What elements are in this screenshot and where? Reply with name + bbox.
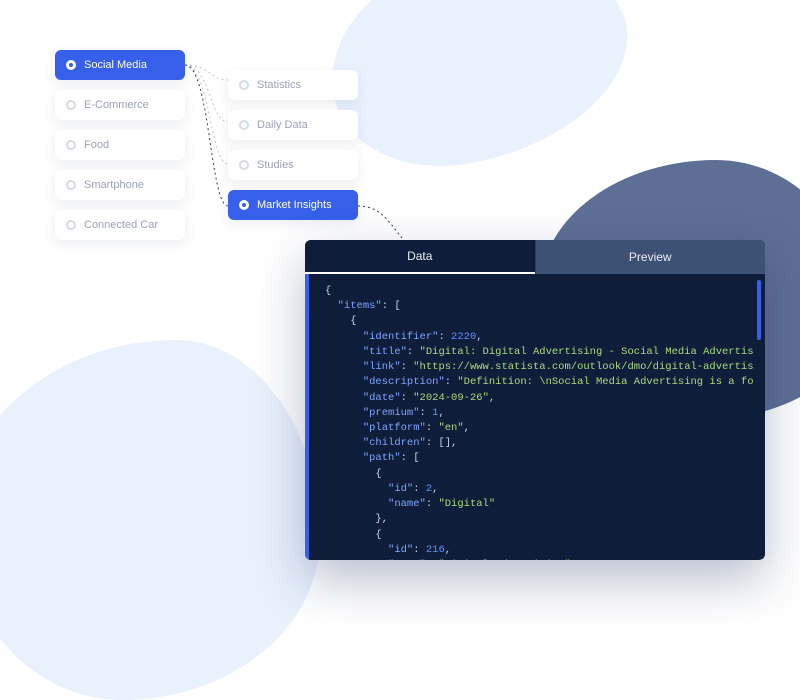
subcategory-label: Market Insights (257, 199, 332, 211)
tab-preview[interactable]: Preview (535, 240, 766, 274)
subcategory-label: Statistics (257, 79, 301, 91)
subcategory-daily-data[interactable]: Daily Data (228, 110, 358, 140)
category-smartphone[interactable]: Smartphone (55, 170, 185, 200)
radio-icon (239, 200, 249, 210)
radio-icon (66, 100, 76, 110)
radio-icon (66, 60, 76, 70)
code-tabs: Data Preview (305, 240, 765, 274)
category-food[interactable]: Food (55, 130, 185, 160)
subcategory-label: Studies (257, 159, 294, 171)
radio-icon (66, 140, 76, 150)
category-connected-car[interactable]: Connected Car (55, 210, 185, 240)
category-label: Food (84, 139, 109, 151)
radio-icon (239, 160, 249, 170)
code-preview-panel: Data Preview { "items": [ { "identifier"… (305, 240, 765, 560)
category-social-media[interactable]: Social Media (55, 50, 185, 80)
subcategory-column: Statistics Daily Data Studies Market Ins… (228, 70, 358, 220)
category-label: Social Media (84, 59, 147, 71)
category-column-left: Social Media E-Commerce Food Smartphone … (55, 50, 185, 240)
background-blob (315, 0, 645, 185)
radio-icon (66, 180, 76, 190)
category-label: Connected Car (84, 219, 158, 231)
category-label: E-Commerce (84, 99, 149, 111)
code-body[interactable]: { "items": [ { "identifier": 2220, "titl… (305, 274, 765, 560)
background-blob (0, 340, 320, 700)
subcategory-label: Daily Data (257, 119, 308, 131)
subcategory-statistics[interactable]: Statistics (228, 70, 358, 100)
subcategory-market-insights[interactable]: Market Insights (228, 190, 358, 220)
radio-icon (239, 80, 249, 90)
category-label: Smartphone (84, 179, 144, 191)
category-ecommerce[interactable]: E-Commerce (55, 90, 185, 120)
radio-icon (66, 220, 76, 230)
tab-data[interactable]: Data (305, 240, 535, 274)
radio-icon (239, 120, 249, 130)
subcategory-studies[interactable]: Studies (228, 150, 358, 180)
